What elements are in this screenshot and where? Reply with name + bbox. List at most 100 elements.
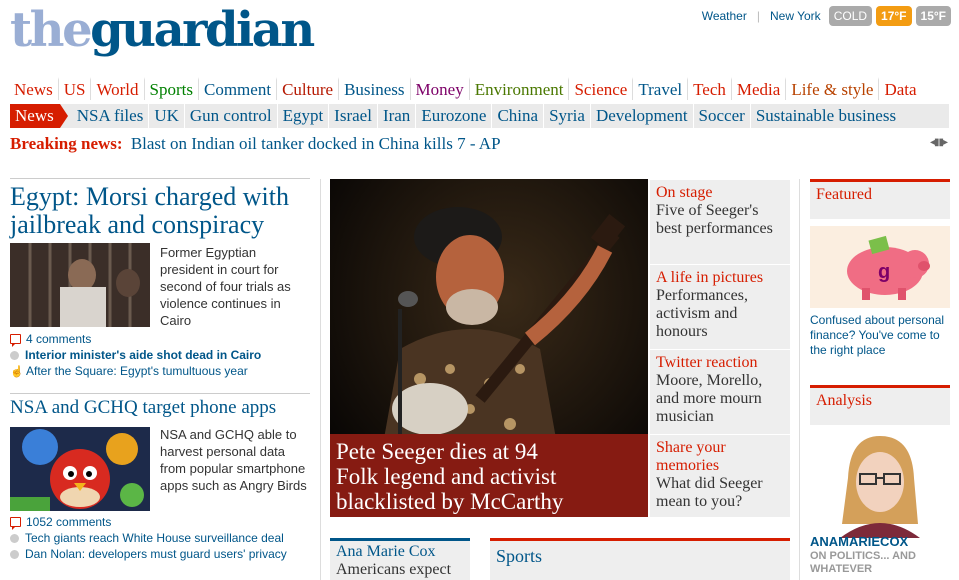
subnav-syria[interactable]: Syria [543, 104, 590, 128]
nav-sports[interactable]: Sports [143, 77, 198, 100]
story2-standfirst: NSA and GCHQ able to harvest personal da… [160, 427, 307, 493]
subnav-uk[interactable]: UK [148, 104, 184, 128]
logo-the: the [10, 2, 93, 58]
subnav-sustainable-business[interactable]: Sustainable business [749, 104, 901, 128]
logo-guardian: guardian [90, 2, 315, 58]
subnav-nsa-files[interactable]: NSA files [72, 104, 149, 128]
weather-separator: | [756, 9, 760, 23]
story1-related-2[interactable]: ☝ After the Square: Egypt's tumultuous y… [10, 364, 248, 378]
subnav-development[interactable]: Development [589, 104, 693, 128]
weather-low-temp: 15°F [915, 6, 951, 26]
featured-text[interactable]: Confused about personal finance? You've … [810, 313, 950, 358]
story2-related-1-text: Tech giants reach White House surveillan… [25, 531, 284, 545]
comment-icon [10, 517, 21, 530]
nav-money[interactable]: Money [409, 77, 469, 100]
sports-section-title: Sports [496, 546, 543, 566]
weather-city[interactable]: New York [770, 9, 821, 23]
nav-data[interactable]: Data [878, 77, 921, 100]
analysis-portrait[interactable] [810, 428, 950, 538]
divider [10, 393, 310, 394]
side-link-kicker: Twitter reaction [656, 354, 758, 371]
nav-culture[interactable]: Culture [276, 77, 338, 100]
nav-business[interactable]: Business [338, 77, 409, 100]
story1-related-1-text: Interior minister's aide shot dead in Ca… [25, 348, 262, 362]
column-divider [799, 179, 800, 580]
nav-life-style[interactable]: Life & style [785, 77, 878, 100]
side-link-text: Moore, Morello, and more mourn musician [656, 372, 763, 425]
nav-world[interactable]: World [90, 77, 143, 100]
story2-related-1[interactable]: Tech giants reach White House surveillan… [10, 531, 284, 545]
nav-environment[interactable]: Environment [468, 77, 569, 100]
side-link-life-in-pictures[interactable]: A life in pictures Performances, activis… [650, 264, 790, 349]
side-link-kicker: A life in pictures [656, 269, 764, 286]
piggy-letter: g [878, 261, 890, 283]
nav-us[interactable]: US [57, 77, 91, 100]
subnav-egypt[interactable]: Egypt [276, 104, 329, 128]
nav-travel[interactable]: Travel [632, 77, 687, 100]
feature-caption[interactable]: Pete Seeger dies at 94 Folk legend and a… [330, 434, 648, 517]
nav-news[interactable]: News [10, 77, 58, 100]
weather-condition-badge: COLD [828, 6, 873, 26]
story1-standfirst: Former Egyptian president in court for s… [160, 245, 291, 328]
guardian-logo[interactable]: theguardian [10, 0, 315, 60]
nav-science[interactable]: Science [568, 77, 632, 100]
side-link-kicker: On stage [656, 184, 713, 201]
analysis-tagline: ON POLITICS... AND WHATEVER [810, 550, 916, 575]
bullet-dot-icon [10, 549, 19, 559]
strip-kicker: Ana Marie Cox [336, 543, 436, 560]
subnav-iran[interactable]: Iran [376, 104, 415, 128]
story1-comments-count: 4 comments [26, 332, 92, 346]
featured-promo-image[interactable]: g [810, 226, 950, 308]
breaking-label: Breaking news: [10, 134, 123, 153]
nav-tech[interactable]: Tech [687, 77, 731, 100]
secondary-nav: News NSA files UK Gun control Egypt Israel Ir… [10, 104, 949, 128]
bullet-dot-icon [10, 533, 19, 543]
analysis-name[interactable]: ANAMARIECOX [810, 535, 950, 549]
subnav-china[interactable]: China [491, 104, 543, 128]
side-link-twitter-reaction[interactable]: Twitter reaction Moore, Morello, and mor… [650, 349, 790, 434]
strip-text: Americans expect [336, 561, 452, 578]
side-link-kicker: Share your memories [656, 439, 726, 474]
story1-related-1[interactable]: Interior minister's aide shot dead in Ca… [10, 348, 261, 362]
feature-pete-seeger[interactable]: Pete Seeger dies at 94 Folk legend and a… [330, 179, 648, 517]
column-divider [320, 179, 321, 580]
feature-caption-line-2: Folk legend and activist [336, 464, 557, 489]
story2-headline[interactable]: NSA and GCHQ target phone apps [10, 397, 310, 419]
bullet-dot-icon [10, 350, 19, 360]
subnav-israel[interactable]: Israel [328, 104, 377, 128]
feature-caption-line-1: Pete Seeger dies at 94 [336, 439, 538, 464]
subnav-gun-control[interactable]: Gun control [183, 104, 277, 128]
weather-link[interactable]: Weather [702, 9, 747, 23]
story2-thumbnail[interactable] [10, 427, 150, 511]
story1-headline[interactable]: Egypt: Morsi charged with jailbreak and … [10, 183, 310, 239]
breaking-headline[interactable]: Blast on Indian oil tanker docked in Chi… [131, 134, 501, 153]
ticker-controls-icon[interactable]: ◂▮▮▸ [930, 137, 948, 148]
story2-comments-count: 1052 comments [26, 515, 112, 529]
divider [10, 178, 310, 179]
story2-comments[interactable]: 1052 comments [10, 515, 112, 530]
subnav-soccer[interactable]: Soccer [692, 104, 750, 128]
subnav-eurozone[interactable]: Eurozone [415, 104, 491, 128]
weather-widget: Weather | New York COLD 17°F 15°F [702, 6, 951, 26]
side-link-share-memories[interactable]: Share your memories What did Seeger mean… [650, 434, 790, 517]
comment-ana-marie-cox[interactable]: Ana Marie Cox Americans expect [330, 538, 470, 580]
featured-header: Featured [810, 179, 950, 219]
section-tag-news[interactable]: News [10, 104, 68, 128]
comment-icon [10, 334, 21, 347]
story2-related-2-text: Dan Nolan: developers must guard users' … [25, 547, 287, 561]
breaking-news-bar: Breaking news: Blast on Indian oil tanke… [10, 134, 501, 154]
sports-section[interactable]: Sports [490, 538, 790, 580]
side-link-text: Five of Seeger's best performances [656, 202, 773, 237]
analysis-header: Analysis [810, 385, 950, 425]
nav-comment[interactable]: Comment [198, 77, 276, 100]
side-link-text: Performances, activism and honours [656, 287, 748, 340]
side-link-text: What did Seeger mean to you? [656, 475, 763, 510]
nav-media[interactable]: Media [730, 77, 785, 100]
story1-related-2-text: After the Square: Egypt's tumultuous yea… [26, 364, 248, 378]
story2-related-2[interactable]: Dan Nolan: developers must guard users' … [10, 547, 287, 561]
story1-thumbnail[interactable] [10, 243, 150, 327]
primary-nav: News US World Sports Comment Culture Business M… [10, 77, 922, 100]
pointer-hand-icon: ☝ [10, 365, 24, 378]
story1-comments[interactable]: 4 comments [10, 332, 92, 347]
side-link-on-stage[interactable]: On stage Five of Seeger's best performan… [650, 179, 790, 264]
